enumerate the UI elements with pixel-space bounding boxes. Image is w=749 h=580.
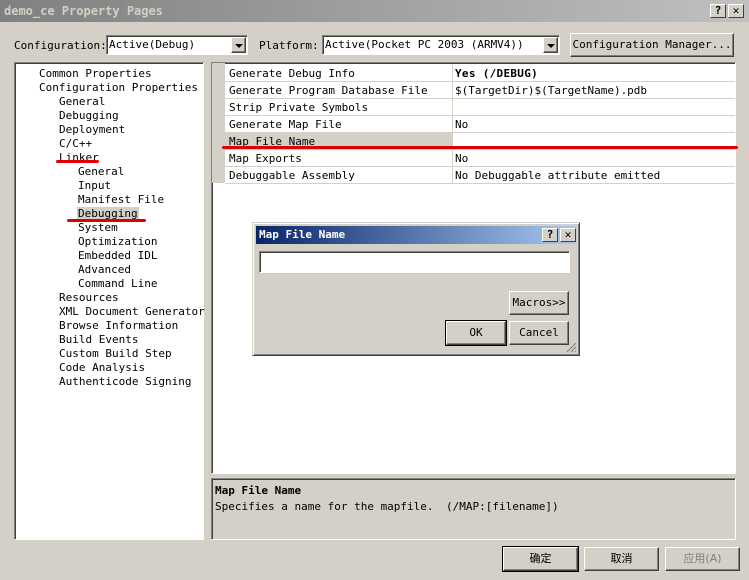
close-button[interactable]: ✕ <box>728 4 744 18</box>
map-file-name-dialog[interactable]: Map File Name ? ✕ Macros>> OK Cancel <box>252 222 580 356</box>
annotation-underline-map-file-name <box>222 146 738 149</box>
dialog-cancel-button[interactable]: Cancel <box>509 321 569 345</box>
property-value[interactable]: Yes (/DEBUG) <box>455 67 538 80</box>
tree-item-build-events[interactable]: Build Events <box>59 333 138 347</box>
macros-button[interactable]: Macros>> <box>509 291 569 315</box>
property-name: Generate Map File <box>229 118 342 131</box>
cancel-button[interactable]: 取消 <box>584 547 659 571</box>
tree-item-linker-input[interactable]: Input <box>78 179 111 193</box>
grid-divider <box>452 82 453 99</box>
dialog-help-button[interactable]: ? <box>542 228 558 242</box>
description-panel: Map File Name Specifies a name for the m… <box>211 478 736 540</box>
configuration-value: Active(Debug) <box>109 38 196 51</box>
tree-item-linker-embedded-idl[interactable]: Embedded IDL <box>78 249 157 263</box>
dialog-ok-button[interactable]: OK <box>445 320 507 346</box>
dialog-close-button[interactable]: ✕ <box>560 228 576 242</box>
chevron-down-icon[interactable] <box>231 37 246 53</box>
dialog-title: Map File Name <box>259 228 346 241</box>
grid-row[interactable]: Generate Map File No <box>225 116 735 133</box>
tree-item-linker-optimization[interactable]: Optimization <box>78 235 157 249</box>
grid-row[interactable]: Generate Program Database File $(TargetD… <box>225 82 735 99</box>
help-button[interactable]: ? <box>710 4 726 18</box>
property-name: Generate Program Database File <box>229 84 428 97</box>
tree-item-authenticode-signing[interactable]: Authenticode Signing <box>59 375 191 389</box>
annotation-underline-debugging <box>67 219 146 222</box>
tree-item-cpp[interactable]: C/C++ <box>59 137 92 151</box>
property-name: Strip Private Symbols <box>229 101 369 114</box>
property-name: Generate Debug Info <box>229 67 355 80</box>
property-value[interactable]: $(TargetDir)$(TargetName).pdb <box>455 84 647 97</box>
window-title-bar: demo_ce Property Pages ? ✕ <box>0 0 749 22</box>
grid-divider <box>452 116 453 133</box>
tree-item-custom-build-step[interactable]: Custom Build Step <box>59 347 172 361</box>
tree-item-deployment[interactable]: Deployment <box>59 123 125 137</box>
grid-row[interactable]: Generate Debug Info Yes (/DEBUG) <box>225 65 735 82</box>
tree-item-linker-general[interactable]: General <box>78 165 124 179</box>
tree-item-linker-command-line[interactable]: Command Line <box>78 277 157 291</box>
tree-item-browse-information[interactable]: Browse Information <box>59 319 178 333</box>
chevron-down-icon[interactable] <box>543 37 558 53</box>
tree-item-general[interactable]: General <box>59 95 105 109</box>
platform-label: Platform: <box>259 39 319 52</box>
tree-item-linker-system[interactable]: System <box>78 221 118 235</box>
grid-row[interactable]: Strip Private Symbols <box>225 99 735 116</box>
description-text: Specifies a name for the mapfile. <box>215 500 434 513</box>
dialog-title-bar: Map File Name ? ✕ <box>256 226 576 244</box>
tree-item-configuration-properties[interactable]: Configuration Properties <box>39 81 198 95</box>
apply-button[interactable]: 应用(A) <box>665 547 740 571</box>
property-value[interactable]: No <box>455 152 468 165</box>
description-switch: (/MAP:[filename]) <box>446 500 559 513</box>
configuration-select[interactable]: Active(Debug) <box>106 35 248 55</box>
grid-divider <box>452 167 453 184</box>
ok-button[interactable]: 确定 <box>502 546 579 572</box>
annotation-underline-linker <box>56 160 99 163</box>
tree-item-linker-advanced[interactable]: Advanced <box>78 263 131 277</box>
platform-value: Active(Pocket PC 2003 (ARMV4)) <box>325 38 524 51</box>
tree-item-linker-manifest[interactable]: Manifest File <box>78 193 164 207</box>
configuration-manager-button[interactable]: Configuration Manager... <box>570 33 734 57</box>
property-name: Debuggable Assembly <box>229 169 355 182</box>
description-title: Map File Name <box>215 484 302 497</box>
grid-gutter <box>212 63 225 183</box>
platform-select[interactable]: Active(Pocket PC 2003 (ARMV4)) <box>322 35 560 55</box>
tree-item-debugging[interactable]: Debugging <box>59 109 119 123</box>
grid-row[interactable]: Debuggable Assembly No Debuggable attrib… <box>225 167 735 184</box>
property-tree[interactable]: Common Properties Configuration Properti… <box>14 62 205 540</box>
grid-divider <box>452 99 453 116</box>
tree-item-resources[interactable]: Resources <box>59 291 119 305</box>
grid-divider <box>452 65 453 82</box>
grid-row[interactable]: Map Exports No <box>225 150 735 167</box>
property-value[interactable]: No Debuggable attribute emitted <box>455 169 660 182</box>
tree-item-xml-document-generator[interactable]: XML Document Generator <box>59 305 205 319</box>
configuration-label: Configuration: <box>14 39 107 52</box>
property-value[interactable]: No <box>455 118 468 131</box>
map-file-name-input[interactable] <box>259 251 570 273</box>
tree-item-code-analysis[interactable]: Code Analysis <box>59 361 145 375</box>
tree-item-common-properties[interactable]: Common Properties <box>39 67 152 81</box>
window-title: demo_ce Property Pages <box>4 4 163 18</box>
grid-divider <box>452 150 453 167</box>
property-name: Map Exports <box>229 152 302 165</box>
resize-grip-icon[interactable] <box>565 341 577 353</box>
